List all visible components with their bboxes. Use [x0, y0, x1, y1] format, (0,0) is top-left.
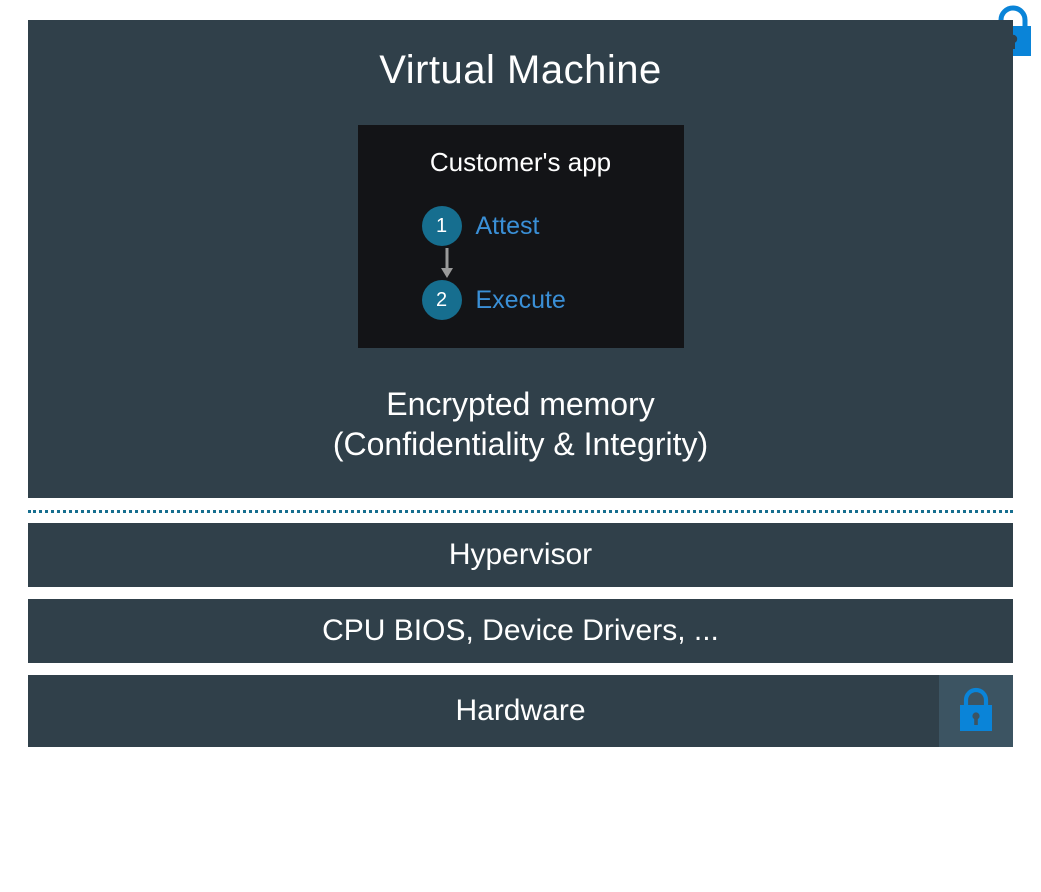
encrypted-line1: Encrypted memory: [333, 384, 708, 424]
layer-hypervisor: Hypervisor: [28, 523, 1013, 587]
layer-hardware: Hardware: [28, 675, 1013, 747]
step-execute: 2 Execute: [422, 280, 662, 320]
divider-dotted: [28, 510, 1013, 513]
lock-icon: [939, 675, 1013, 747]
vm-title: Virtual Machine: [379, 48, 661, 93]
step-label-attest: Attest: [476, 212, 540, 241]
step-number-2: 2: [422, 280, 462, 320]
arrow-down-icon: [440, 246, 662, 280]
encrypted-line2: (Confidentiality & Integrity): [333, 424, 708, 464]
layer-hardware-label: Hardware: [455, 694, 585, 728]
layer-cpu-bios: CPU BIOS, Device Drivers, ...: [28, 599, 1013, 663]
virtual-machine-panel: Virtual Machine Customer's app 1 Attest …: [28, 20, 1013, 498]
step-attest: 1 Attest: [422, 206, 662, 246]
customer-app-panel: Customer's app 1 Attest 2 Execute: [358, 125, 684, 348]
layer-hypervisor-label: Hypervisor: [449, 538, 592, 572]
step-label-execute: Execute: [476, 286, 566, 315]
encrypted-memory-text: Encrypted memory (Confidentiality & Inte…: [333, 384, 708, 464]
step-number-1: 1: [422, 206, 462, 246]
app-title: Customer's app: [380, 147, 662, 178]
layer-cpu-bios-label: CPU BIOS, Device Drivers, ...: [322, 614, 719, 648]
